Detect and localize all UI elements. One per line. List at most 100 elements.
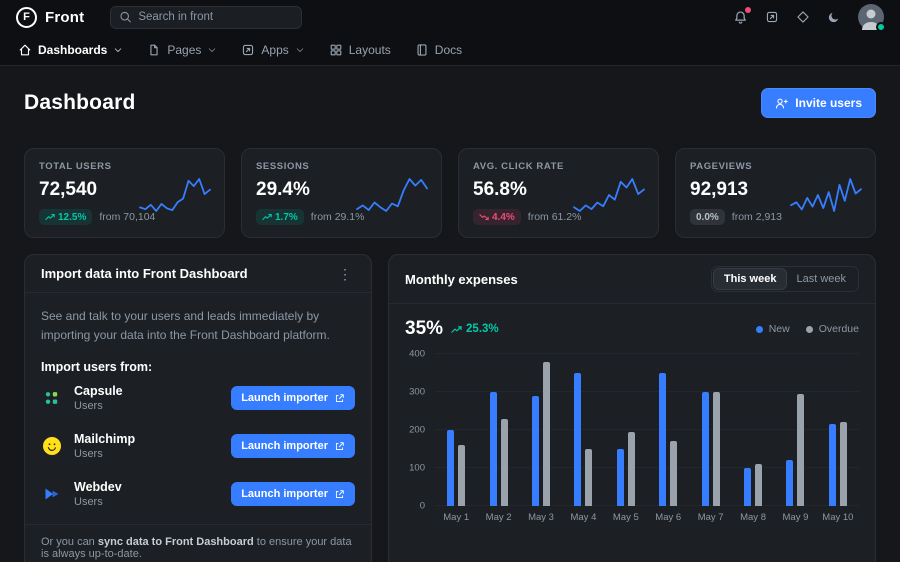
launch-importer-button[interactable]: Launch importer: [231, 482, 355, 506]
bar-new: [617, 449, 624, 506]
search-icon: [119, 11, 132, 24]
bar-new: [702, 392, 709, 506]
import-source-type: Users: [74, 496, 122, 508]
y-tick-label: 200: [409, 425, 425, 436]
stat-label: PAGEVIEWS: [690, 161, 861, 172]
top-bar-actions: [733, 4, 884, 30]
legend-dot: [806, 326, 813, 333]
this-week-button[interactable]: This week: [714, 269, 787, 289]
nav-item-dashboards[interactable]: Dashboards: [18, 43, 123, 57]
sparkline-chart: [355, 177, 429, 213]
online-status-dot: [876, 22, 886, 32]
bar-group: [477, 354, 519, 506]
x-axis-label: May 2: [477, 512, 519, 523]
last-week-button[interactable]: Last week: [786, 269, 856, 289]
nav-label: Docs: [435, 43, 462, 57]
launch-importer-button[interactable]: Launch importer: [231, 434, 355, 458]
page-title: Dashboard: [24, 91, 136, 115]
stat-card-avg-click-rate: AVG. CLICK RATE 56.8% 4.4% from 61.2%: [458, 148, 659, 238]
bar-group: [605, 354, 647, 506]
book-icon: [415, 43, 429, 57]
nav-item-apps[interactable]: Apps: [241, 43, 304, 57]
expenses-bar-chart: 0100200300400: [405, 354, 859, 506]
import-row-mailchimp: Mailchimp Users Launch importer: [41, 422, 355, 470]
bar-overdue: [755, 464, 762, 506]
stat-card-total-users: TOTAL USERS 72,540 12.5% from 70,104: [24, 148, 225, 238]
bar-group: [689, 354, 731, 506]
y-tick-label: 300: [409, 387, 425, 398]
apps-gem-icon[interactable]: [796, 10, 810, 24]
import-card-footer: Or you can sync data to Front Dashboard …: [25, 524, 371, 562]
bar-group: [647, 354, 689, 506]
bar-new: [744, 468, 751, 506]
notification-dot: [745, 7, 751, 13]
nav-item-pages[interactable]: Pages: [147, 43, 217, 57]
bar-new: [786, 460, 793, 506]
trend-up-icon: [262, 212, 272, 222]
launch-importer-button[interactable]: Launch importer: [231, 386, 355, 410]
grid-icon: [329, 43, 343, 57]
file-icon: [147, 43, 161, 57]
bar-new: [490, 392, 497, 506]
card-title: Monthly expenses: [405, 272, 518, 287]
bar-new: [532, 396, 539, 506]
dark-mode-moon-icon[interactable]: [827, 10, 841, 24]
chevron-down-icon: [207, 45, 217, 55]
main-nav: Dashboards Pages Apps Layouts Docs: [0, 34, 900, 66]
global-search: [110, 6, 302, 29]
invite-users-button[interactable]: Invite users: [761, 88, 876, 118]
capsule-icon: [41, 389, 63, 407]
stats-row: TOTAL USERS 72,540 12.5% from 70,104 SES…: [24, 148, 876, 238]
cards-row: Import data into Front Dashboard ⋮ See a…: [24, 254, 876, 562]
bar-overdue: [458, 445, 465, 506]
bar-overdue: [585, 449, 592, 506]
user-avatar[interactable]: [858, 4, 884, 30]
x-axis-label: May 1: [435, 512, 477, 523]
nav-item-layouts[interactable]: Layouts: [329, 43, 391, 57]
page-header: Dashboard Invite users: [24, 88, 876, 118]
stat-label: SESSIONS: [256, 161, 427, 172]
bar-group: [520, 354, 562, 506]
stat-delta-badge: 12.5%: [39, 209, 92, 225]
nav-label: Layouts: [349, 43, 391, 57]
search-input[interactable]: [110, 6, 302, 29]
kebab-menu-icon[interactable]: ⋮: [335, 267, 355, 281]
bar-group: [817, 354, 859, 506]
top-bar: F Front: [0, 0, 900, 34]
chart-legend: New Overdue: [756, 323, 859, 335]
trend-down-icon: [479, 212, 489, 222]
bar-new: [829, 424, 836, 506]
expenses-headline: 35% 25.3% New Overdue: [405, 318, 859, 340]
y-tick-label: 400: [409, 349, 425, 360]
stat-delta-badge: 0.0%: [690, 209, 725, 225]
shortcuts-icon[interactable]: [765, 10, 779, 24]
chart-bars: [435, 354, 859, 506]
x-axis-label: May 7: [689, 512, 731, 523]
week-toggle: This week Last week: [711, 266, 859, 292]
nav-label: Apps: [261, 43, 288, 57]
brand[interactable]: F Front: [16, 7, 84, 28]
nav-item-docs[interactable]: Docs: [415, 43, 462, 57]
person-plus-icon: [775, 97, 788, 110]
expenses-delta: 25.3%: [451, 323, 499, 335]
expenses-percent: 35%: [405, 318, 443, 340]
chart-plot: [435, 354, 859, 506]
bar-overdue: [713, 392, 720, 506]
stat-card-sessions: SESSIONS 29.4% 1.7% from 29.1%: [241, 148, 442, 238]
notifications-bell-icon[interactable]: [733, 10, 748, 25]
x-axis-label: May 5: [605, 512, 647, 523]
chart-y-axis: 0100200300400: [405, 354, 435, 506]
home-icon: [18, 43, 32, 57]
brand-name: Front: [45, 9, 84, 26]
front-logo-icon: F: [16, 7, 37, 28]
bar-overdue: [797, 394, 804, 506]
legend-item-new[interactable]: New: [756, 323, 790, 335]
legend-item-overdue[interactable]: Overdue: [806, 323, 859, 335]
external-link-icon: [334, 489, 345, 500]
import-source-name: Webdev: [74, 480, 122, 494]
import-row-webdev: Webdev Users Launch importer: [41, 470, 355, 518]
legend-dot: [756, 326, 763, 333]
bar-overdue: [840, 422, 847, 506]
sparkline-chart: [789, 177, 863, 213]
y-tick-label: 100: [409, 463, 425, 474]
